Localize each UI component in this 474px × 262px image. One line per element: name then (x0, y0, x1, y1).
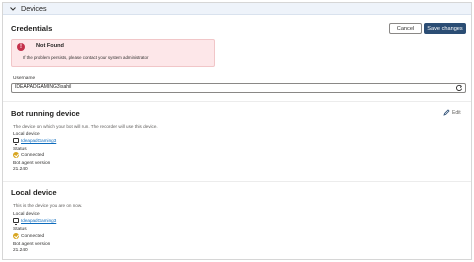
bot-running-device-description: The device on which your bot will run. T… (13, 124, 158, 129)
pencil-icon (443, 109, 450, 116)
credentials-title: Credentials (11, 24, 53, 33)
refresh-icon[interactable] (455, 84, 463, 92)
local-device-description: This is the device you are on now. (13, 203, 83, 208)
chevron-down-icon[interactable] (9, 5, 17, 13)
devices-panel: Devices Credentials Cancel Save changes … (2, 2, 472, 260)
local-device-link[interactable]: IdeapadGaming3 (21, 218, 56, 223)
devices-section-header[interactable]: Devices (3, 3, 471, 15)
cancel-button[interactable]: Cancel (389, 23, 422, 34)
username-value[interactable]: IDEAPADGAMING3\sahil (15, 84, 71, 90)
bot-device-link[interactable]: IdeapadGaming3 (21, 138, 56, 143)
local-agent-version-value: 21.240 (13, 248, 28, 253)
section-divider (3, 101, 471, 102)
save-changes-button[interactable]: Save changes (424, 23, 466, 34)
bot-running-device-title: Bot running device (11, 109, 80, 118)
username-field[interactable] (11, 83, 466, 93)
edit-button[interactable]: Edit (443, 109, 461, 116)
bot-agent-version-value: 21.240 (13, 167, 28, 172)
local-status-value: Connected (21, 234, 45, 239)
error-title: Not Found (36, 43, 64, 49)
section-divider (3, 181, 471, 182)
computer-icon (13, 218, 19, 225)
username-label: Username (13, 76, 36, 81)
local-device-label: Local device (13, 212, 40, 217)
section-title: Devices (21, 4, 47, 13)
edit-label: Edit (452, 109, 461, 116)
bot-agent-version-label: Bot agent version (13, 161, 51, 166)
bot-device-label: Local device (13, 132, 40, 137)
error-message: If the problem persists, please contact … (23, 55, 149, 60)
error-circle-icon: ! (17, 43, 25, 51)
check-circle-icon (13, 152, 19, 158)
bot-status-value: Connected (21, 153, 45, 158)
local-agent-version-label: Bot agent version (13, 242, 51, 247)
local-device-title: Local device (11, 188, 57, 197)
check-circle-icon (13, 233, 19, 239)
computer-icon (13, 138, 19, 145)
local-status-label: Status (13, 227, 27, 232)
